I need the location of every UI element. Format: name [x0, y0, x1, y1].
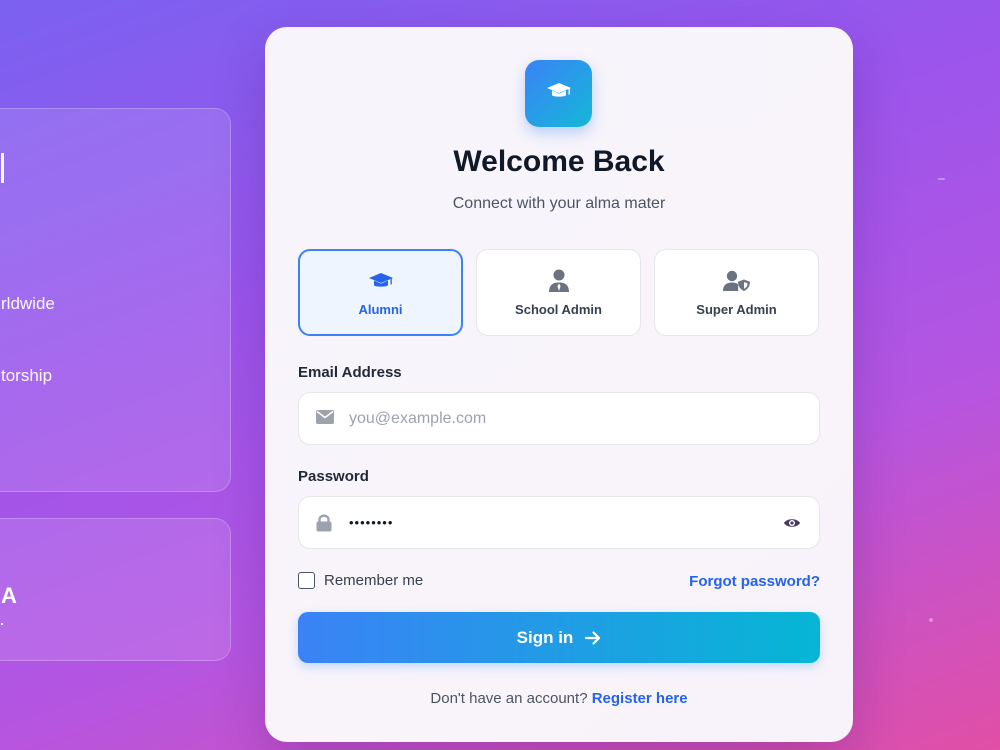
feature-line: rldwide	[1, 294, 55, 313]
password-input[interactable]	[349, 497, 769, 548]
register-prompt-text: Don't have an account?	[430, 690, 588, 707]
background-sparkle	[929, 618, 933, 622]
remember-me-checkbox[interactable]	[298, 572, 315, 589]
role-selector: Alumni School Admin Super Admin	[298, 249, 820, 336]
page-subtitle: Connect with your alma mater	[452, 195, 666, 212]
eye-icon[interactable]	[783, 516, 801, 535]
email-label: Email Address	[298, 364, 402, 381]
role-label: Alumni	[358, 301, 403, 317]
envelope-icon	[316, 410, 334, 429]
register-link[interactable]: Register here	[592, 690, 688, 707]
user-shield-icon	[722, 269, 751, 293]
email-field	[298, 392, 820, 445]
role-school-admin-button[interactable]: School Admin	[476, 249, 641, 336]
password-field	[298, 496, 820, 549]
sign-in-label: Sign in	[516, 627, 574, 647]
password-label: Password	[298, 468, 369, 485]
page-title: Welcome Back	[453, 145, 665, 178]
feature-line: torship	[1, 366, 53, 385]
stats-panel-heading: A	[1, 583, 17, 608]
feature-panel-glyph	[1, 153, 4, 183]
feature-panel: rldwide torship	[0, 108, 231, 492]
arrow-right-icon	[585, 630, 601, 645]
role-super-admin-button[interactable]: Super Admin	[654, 249, 819, 336]
role-label: School Admin	[515, 301, 602, 317]
graduation-cap-icon	[546, 80, 572, 107]
stats-panel-underline	[1, 623, 3, 625]
login-card: Welcome Back Connect with your alma mate…	[265, 27, 853, 742]
role-label: Super Admin	[696, 301, 777, 317]
forgot-password-link[interactable]: Forgot password?	[689, 573, 820, 590]
user-tie-icon	[548, 269, 570, 293]
register-prompt: Don't have an account? Register here	[265, 690, 853, 707]
remember-me-label: Remember me	[324, 572, 424, 589]
stats-panel: A	[0, 518, 231, 661]
background-sparkle	[938, 178, 945, 180]
email-input[interactable]	[349, 393, 769, 444]
app-logo	[525, 60, 592, 127]
graduation-cap-icon	[368, 269, 394, 293]
remember-me: Remember me	[298, 572, 423, 589]
lock-icon	[316, 514, 332, 537]
role-alumni-button[interactable]: Alumni	[298, 249, 463, 336]
sign-in-button[interactable]: Sign in	[298, 612, 820, 663]
